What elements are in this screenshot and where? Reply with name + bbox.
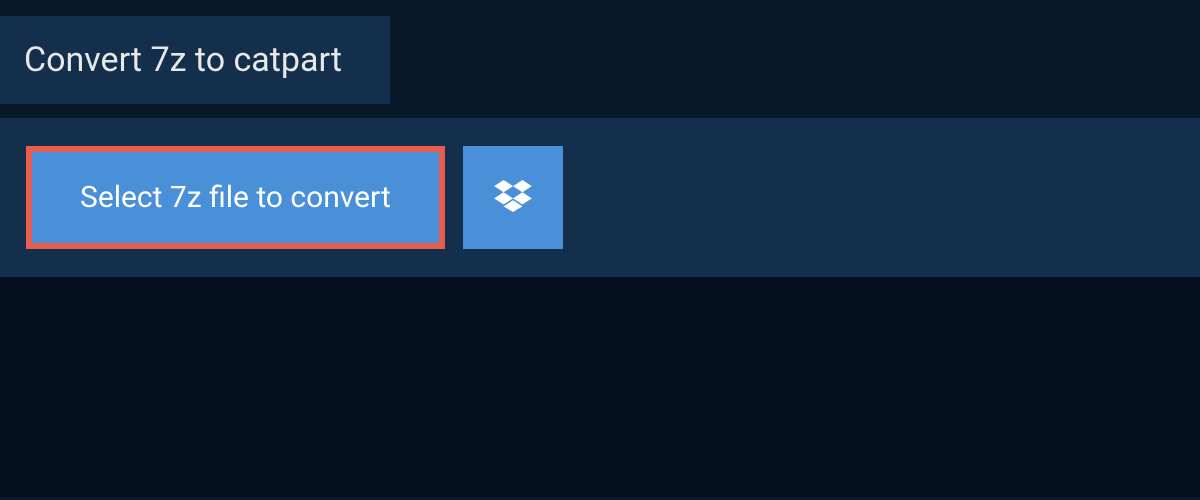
dropbox-icon bbox=[494, 180, 532, 215]
dropbox-button[interactable] bbox=[463, 146, 563, 249]
action-panel: Select 7z file to convert bbox=[0, 118, 1200, 277]
select-file-button[interactable]: Select 7z file to convert bbox=[26, 146, 445, 249]
page-title: Convert 7z to catpart bbox=[24, 40, 342, 80]
select-file-label: Select 7z file to convert bbox=[80, 180, 391, 215]
bottom-area bbox=[0, 277, 1200, 497]
header-tab: Convert 7z to catpart bbox=[0, 16, 390, 104]
spacer bbox=[0, 104, 1200, 118]
